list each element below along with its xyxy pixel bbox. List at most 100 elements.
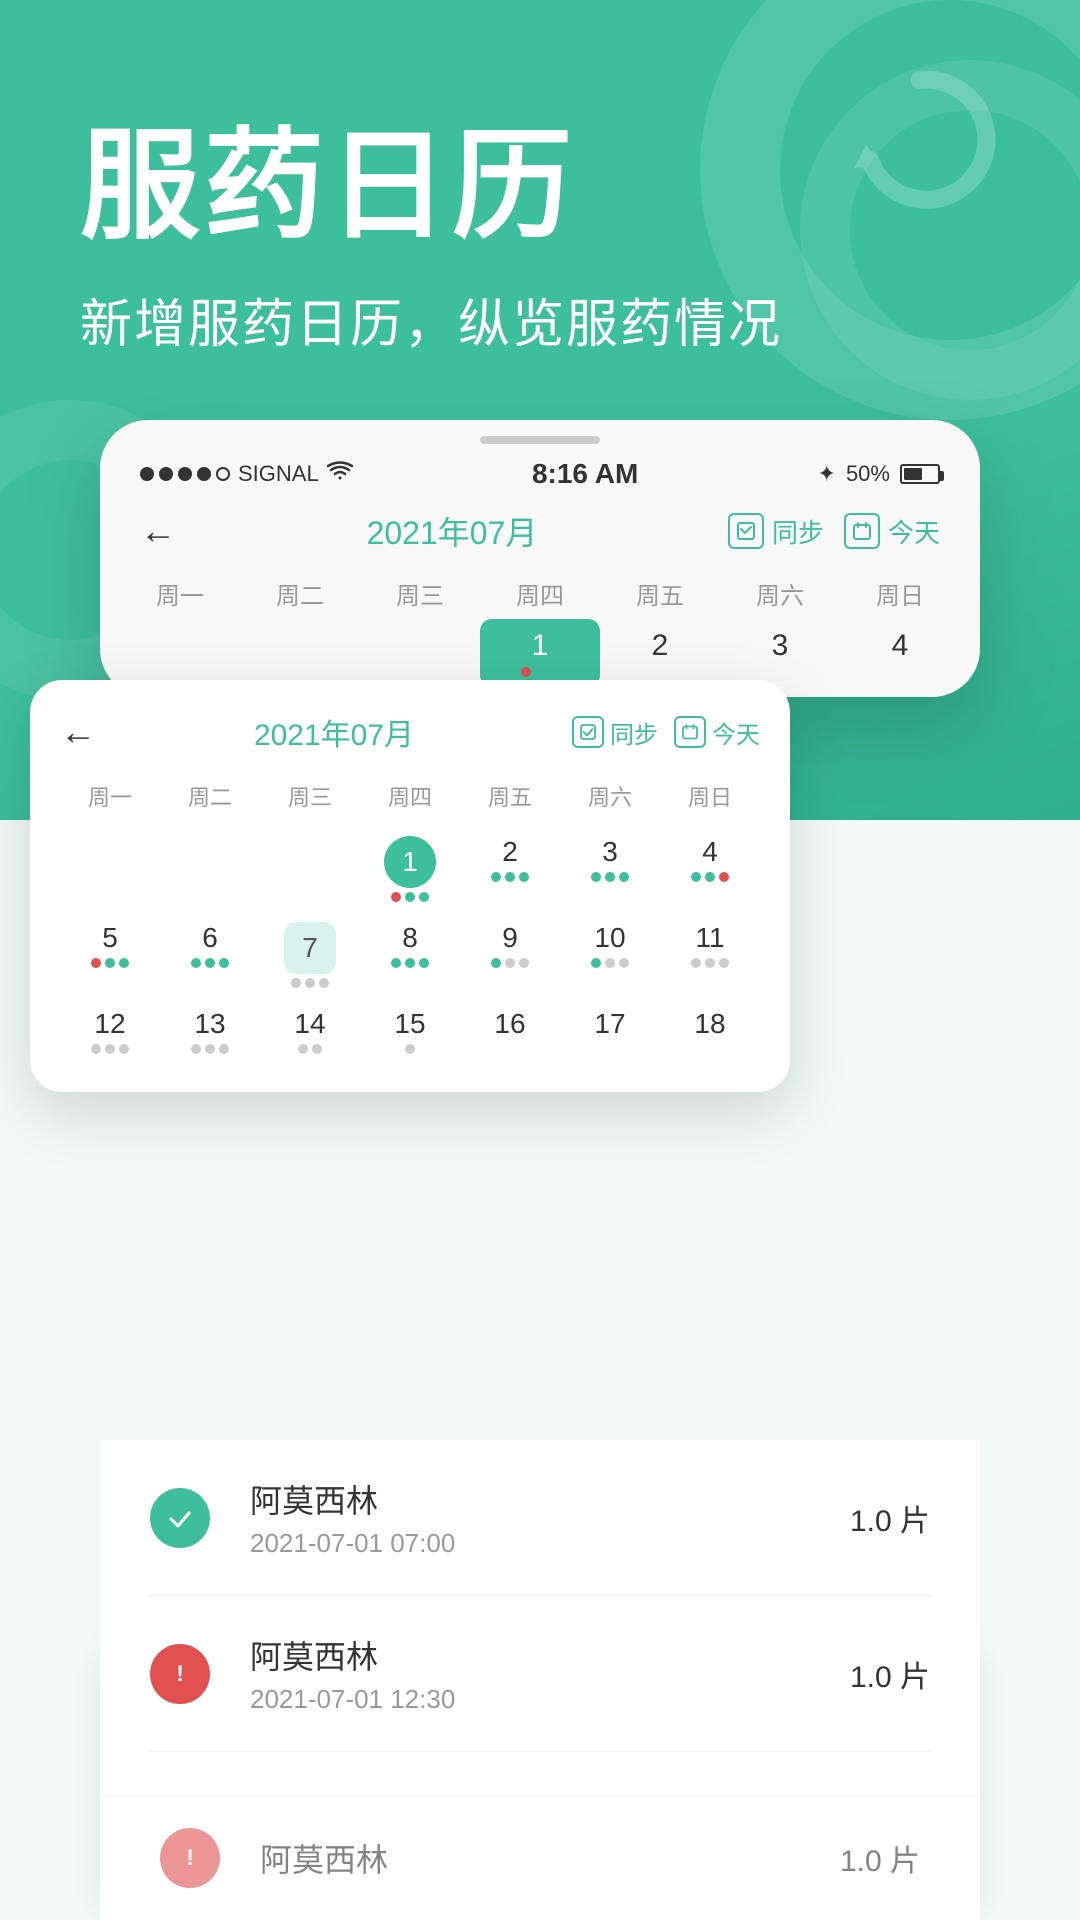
float-sync-button[interactable]: 同步	[572, 715, 658, 750]
med-dose-4: 1.0 片	[840, 1836, 920, 1880]
phone-home-indicator	[480, 436, 600, 444]
wd-fri-bg: 周五	[600, 568, 720, 619]
fw-tue: 周二	[160, 774, 260, 818]
fw-sun: 周日	[660, 774, 760, 818]
hero-title: 服药日历	[80, 120, 1080, 252]
today-label-bg: 今天	[888, 513, 940, 550]
med-name-2: 阿莫西林	[250, 1632, 850, 1678]
med-dose-1: 1.0 片	[850, 1496, 930, 1540]
nav-bar-bg: ← 2021年07月 同步	[100, 500, 980, 568]
med-item-4-partial: ! 阿莫西林 1.0 片	[100, 1796, 980, 1920]
status-right: ✦ 50%	[818, 461, 940, 487]
float-date-6[interactable]: 6	[160, 914, 260, 996]
date-empty-2	[240, 619, 360, 687]
float-date-18[interactable]: 18	[660, 1000, 760, 1062]
med-name-4: 阿莫西林	[260, 1835, 840, 1881]
med-icon-warning-2: !	[150, 1644, 210, 1704]
float-nav: ← 2021年07月 同步	[60, 710, 760, 754]
wd-tue-bg: 周二	[240, 568, 360, 619]
signal-label: SIGNAL	[238, 461, 319, 487]
wd-sun-bg: 周日	[840, 568, 960, 619]
status-left: SIGNAL	[140, 460, 353, 488]
med-name-1: 阿莫西林	[250, 1476, 850, 1522]
phone-mockup: SIGNAL 8:16 AM ✦ 50% ← 2021年07月	[100, 420, 980, 697]
wd-mon-bg: 周一	[120, 568, 240, 619]
float-date-12[interactable]: 12	[60, 1000, 160, 1062]
signal-dots	[140, 467, 230, 481]
float-weekdays: 周一 周二 周三 周四 周五 周六 周日	[60, 774, 760, 818]
date-empty-3	[360, 619, 480, 687]
float-date-13[interactable]: 13	[160, 1000, 260, 1062]
dot-4	[197, 467, 211, 481]
floating-calendar-card: ← 2021年07月 同步	[30, 680, 790, 1092]
today-button-bg[interactable]: 今天	[844, 513, 940, 550]
med-icon-warning-4: !	[160, 1828, 220, 1888]
status-time: 8:16 AM	[532, 458, 638, 490]
float-month-label: 2021年07月	[254, 710, 414, 754]
float-empty-1: .	[60, 828, 160, 910]
dot-1	[140, 467, 154, 481]
wd-sat-bg: 周六	[720, 568, 840, 619]
float-date-11[interactable]: 11	[660, 914, 760, 996]
float-date-14[interactable]: 14	[260, 1000, 360, 1062]
float-date-4[interactable]: 4	[660, 828, 760, 910]
fw-sat: 周六	[560, 774, 660, 818]
weekdays-header-bg: 周一 周二 周三 周四 周五 周六 周日	[100, 568, 980, 619]
float-empty-2: .	[160, 828, 260, 910]
float-date-1[interactable]: 1	[360, 828, 460, 910]
svg-text:!: !	[176, 1661, 183, 1686]
float-today-label: 今天	[712, 715, 760, 750]
float-date-15[interactable]: 15	[360, 1000, 460, 1062]
date-1-bg[interactable]: 1	[480, 619, 600, 687]
date-2-bg[interactable]: 2	[600, 619, 720, 687]
float-date-8[interactable]: 8	[360, 914, 460, 996]
float-date-10[interactable]: 10	[560, 914, 660, 996]
sync-button-bg[interactable]: 同步	[728, 513, 824, 550]
med-item-1: 阿莫西林 2021-07-01 07:00 1.0 片	[150, 1440, 930, 1596]
nav-actions-bg: 同步 今天	[728, 513, 940, 550]
date-empty-1	[120, 619, 240, 687]
sync-icon-bg	[728, 513, 764, 549]
wd-wed-bg: 周三	[360, 568, 480, 619]
float-date-5[interactable]: 5	[60, 914, 160, 996]
float-date-16[interactable]: 16	[460, 1000, 560, 1062]
med-icon-success-1	[150, 1488, 210, 1548]
month-label-bg: 2021年07月	[367, 508, 538, 554]
dot-3	[178, 467, 192, 481]
med-time-1: 2021-07-01 07:00	[250, 1528, 850, 1559]
float-date-2[interactable]: 2	[460, 828, 560, 910]
battery-icon	[900, 464, 940, 484]
float-date-7[interactable]: 7	[260, 914, 360, 996]
date-4-bg[interactable]: 4	[840, 619, 960, 687]
float-date-17[interactable]: 17	[560, 1000, 660, 1062]
fw-mon: 周一	[60, 774, 160, 818]
today-icon-bg	[844, 513, 880, 549]
fw-thu: 周四	[360, 774, 460, 818]
battery-percent: 50%	[846, 461, 890, 487]
svg-text:!: !	[186, 1845, 193, 1870]
sync-label-bg: 同步	[772, 513, 824, 550]
date-3-bg[interactable]: 3	[720, 619, 840, 687]
fw-fri: 周五	[460, 774, 560, 818]
med-item-2: ! 阿莫西林 2021-07-01 12:30 1.0 片	[150, 1596, 930, 1752]
bluetooth-icon: ✦	[818, 461, 836, 487]
float-dates-grid: . . . 1 2 3	[60, 828, 760, 1062]
float-date-9[interactable]: 9	[460, 914, 560, 996]
back-button-bg[interactable]: ←	[140, 510, 176, 552]
dot-5	[216, 467, 230, 481]
med-list-card: 阿莫西林 2021-07-01 07:00 1.0 片 ! 阿莫西林 2021-…	[100, 1440, 980, 1772]
float-empty-3: .	[260, 828, 360, 910]
float-today-icon	[674, 716, 706, 748]
med-dose-2: 1.0 片	[850, 1652, 930, 1696]
float-today-button[interactable]: 今天	[674, 715, 760, 750]
fw-wed: 周三	[260, 774, 360, 818]
float-back-button[interactable]: ←	[60, 711, 96, 753]
dot-2	[159, 467, 173, 481]
med-info-2: 阿莫西林 2021-07-01 12:30	[250, 1632, 850, 1715]
med-info-4: 阿莫西林	[260, 1835, 840, 1881]
hero-subtitle: 新增服药日历，纵览服药情况	[80, 282, 1080, 357]
float-date-3[interactable]: 3	[560, 828, 660, 910]
float-nav-actions: 同步 今天	[572, 715, 760, 750]
status-bar: SIGNAL 8:16 AM ✦ 50%	[100, 444, 980, 500]
wifi-icon	[327, 460, 353, 488]
